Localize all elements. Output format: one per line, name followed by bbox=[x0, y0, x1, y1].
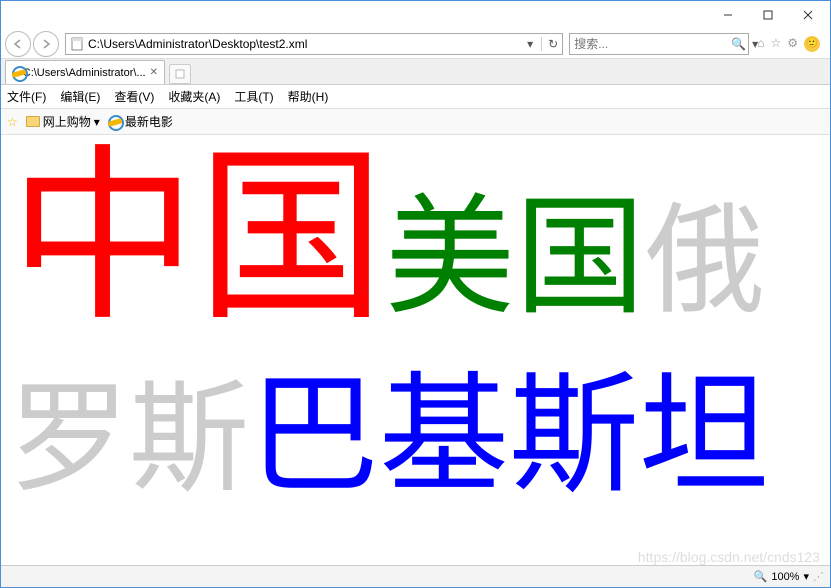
menu-edit[interactable]: 编辑(E) bbox=[60, 88, 100, 105]
chevron-down-icon: ▾ bbox=[94, 115, 100, 129]
menu-file[interactable]: 文件(F) bbox=[7, 88, 46, 105]
fav-movies-label: 最新电影 bbox=[125, 113, 173, 130]
search-icon[interactable]: 🔍 bbox=[729, 37, 748, 51]
navigation-bar: C:\Users\Administrator\Desktop\test2.xml… bbox=[1, 29, 830, 59]
page-icon bbox=[70, 37, 84, 51]
tab-active[interactable]: C:\Users\Administrator\... ✕ bbox=[5, 60, 165, 84]
toolbar-icons: ⌂ ☆ ⚙ 🙂 bbox=[751, 36, 826, 52]
menu-favorites[interactable]: 收藏夹(A) bbox=[168, 88, 220, 105]
window-titlebar bbox=[1, 1, 830, 29]
home-icon[interactable]: ⌂ bbox=[757, 36, 764, 52]
settings-icon[interactable]: ⚙ bbox=[787, 36, 798, 52]
status-bar: 🔍 100% ▾ ⋰ bbox=[1, 565, 830, 587]
tab-bar: C:\Users\Administrator\... ✕ bbox=[1, 59, 830, 85]
zoom-level[interactable]: 100% bbox=[771, 571, 799, 583]
new-tab-button[interactable] bbox=[169, 64, 191, 84]
search-box[interactable]: 🔍 ▾ bbox=[569, 33, 749, 55]
tab-close-icon[interactable]: ✕ bbox=[150, 67, 158, 78]
ie-icon bbox=[12, 66, 19, 80]
fav-movies[interactable]: 最新电影 bbox=[108, 113, 173, 130]
menu-bar: 文件(F) 编辑(E) 查看(V) 收藏夹(A) 工具(T) 帮助(H) bbox=[1, 85, 830, 109]
text-pakistan: 巴基斯坦 bbox=[249, 365, 769, 509]
folder-icon bbox=[26, 116, 40, 127]
forward-button[interactable] bbox=[33, 31, 59, 57]
favorites-bar: ☆ 网上购物 ▾ 最新电影 bbox=[1, 109, 830, 135]
fav-shopping[interactable]: 网上购物 ▾ bbox=[26, 113, 100, 130]
text-china: 中国 bbox=[9, 134, 385, 343]
feedback-icon[interactable]: 🙂 bbox=[804, 36, 820, 52]
ie-icon bbox=[108, 115, 122, 129]
favorites-icon[interactable]: ☆ bbox=[770, 36, 781, 52]
menu-view[interactable]: 查看(V) bbox=[114, 88, 154, 105]
page-content: 中国美国俄罗斯巴基斯坦 bbox=[1, 135, 830, 515]
search-input[interactable] bbox=[574, 37, 729, 51]
resize-grip[interactable]: ⋰ bbox=[813, 570, 824, 583]
text-usa: 美国 bbox=[385, 187, 645, 331]
url-text: C:\Users\Administrator\Desktop\test2.xml bbox=[88, 37, 523, 51]
menu-tools[interactable]: 工具(T) bbox=[234, 88, 273, 105]
refresh-button[interactable]: ↻ bbox=[541, 37, 558, 51]
minimize-button[interactable] bbox=[708, 2, 748, 28]
add-favorite-icon[interactable]: ☆ bbox=[7, 115, 18, 129]
fav-shopping-label: 网上购物 bbox=[43, 113, 91, 130]
watermark: https://blog.csdn.net/cnds123 bbox=[638, 549, 820, 565]
close-button[interactable] bbox=[788, 2, 828, 28]
address-bar[interactable]: C:\Users\Administrator\Desktop\test2.xml… bbox=[65, 33, 563, 55]
menu-help[interactable]: 帮助(H) bbox=[288, 88, 329, 105]
tab-title: C:\Users\Administrator\... bbox=[23, 67, 146, 79]
zoom-dropdown-icon[interactable]: ▾ bbox=[803, 570, 809, 583]
zoom-icon[interactable]: 🔍 bbox=[754, 570, 768, 583]
maximize-button[interactable] bbox=[748, 2, 788, 28]
url-dropdown-icon[interactable]: ▾ bbox=[523, 37, 537, 51]
back-button[interactable] bbox=[5, 31, 31, 57]
